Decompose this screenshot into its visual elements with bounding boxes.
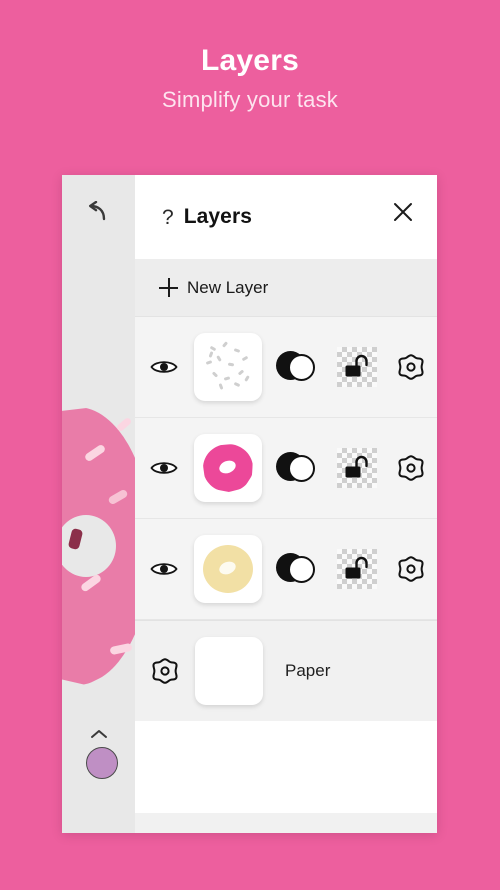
color-swatch-button[interactable]	[86, 747, 118, 779]
undo-button[interactable]	[84, 197, 114, 227]
undo-arrow-icon	[89, 201, 106, 221]
table-row[interactable]	[135, 317, 437, 418]
panel-title: Layers	[183, 205, 253, 228]
layer-settings-button[interactable]	[386, 353, 437, 381]
layers-panel: ? Layers New Layer Paper	[135, 175, 437, 833]
page-title: Layers	[201, 44, 299, 77]
paper-thumbnail[interactable]	[195, 637, 263, 705]
blend-mode-icon	[276, 553, 318, 585]
layer-visibility-toggle[interactable]	[135, 459, 194, 477]
blend-mode-icon	[276, 351, 318, 383]
layer-blend-mode-button[interactable]	[268, 452, 327, 484]
layer-lock-button[interactable]	[329, 347, 386, 387]
canvas-artwork	[62, 407, 135, 702]
gear-icon	[398, 354, 425, 380]
eye-icon	[150, 563, 179, 575]
gear-icon	[398, 556, 425, 582]
paper-row[interactable]: Paper	[135, 620, 437, 721]
panel-footer	[135, 721, 437, 813]
layer-visibility-toggle[interactable]	[135, 560, 194, 578]
layer-lock-button[interactable]	[329, 549, 386, 589]
plus-icon	[159, 278, 178, 297]
blend-mode-icon	[276, 452, 318, 484]
unlock-icon	[337, 448, 378, 488]
unlock-icon	[337, 347, 378, 387]
promo-header: Layers Simplify your task	[0, 0, 500, 112]
table-row[interactable]	[135, 418, 437, 519]
layer-blend-mode-button[interactable]	[268, 553, 327, 585]
layer-thumbnail[interactable]	[193, 333, 262, 401]
eye-icon	[150, 361, 179, 373]
paper-label: Paper	[285, 661, 331, 680]
paper-settings-button[interactable]	[135, 657, 195, 685]
layer-thumbnail[interactable]	[193, 535, 262, 603]
table-row[interactable]	[135, 519, 437, 620]
layer-blend-mode-button[interactable]	[268, 351, 327, 383]
layer-list	[135, 317, 437, 620]
eye-icon	[150, 462, 179, 474]
new-layer-button[interactable]: New Layer	[135, 259, 437, 317]
gear-icon	[398, 455, 425, 481]
page-subtitle: Simplify your task	[162, 87, 338, 112]
gear-icon	[152, 658, 178, 684]
unlock-icon	[337, 549, 378, 589]
help-icon[interactable]: ?	[162, 207, 174, 228]
canvas-area[interactable]	[62, 175, 135, 833]
close-x-icon	[394, 203, 412, 221]
chevron-up-icon	[91, 730, 107, 738]
layer-settings-button[interactable]	[386, 454, 437, 482]
new-layer-label: New Layer	[187, 277, 269, 297]
layer-lock-button[interactable]	[329, 448, 386, 488]
layer-settings-button[interactable]	[386, 555, 437, 583]
layer-thumbnail[interactable]	[193, 434, 262, 502]
expand-toolbar-button[interactable]	[90, 727, 108, 739]
layer-visibility-toggle[interactable]	[135, 358, 194, 376]
close-button[interactable]	[390, 199, 416, 225]
panel-header: ? Layers	[135, 175, 437, 259]
app-window: ? Layers New Layer Paper	[62, 175, 437, 833]
screen: Layers Simplify your task ? Layers New L…	[0, 0, 500, 890]
